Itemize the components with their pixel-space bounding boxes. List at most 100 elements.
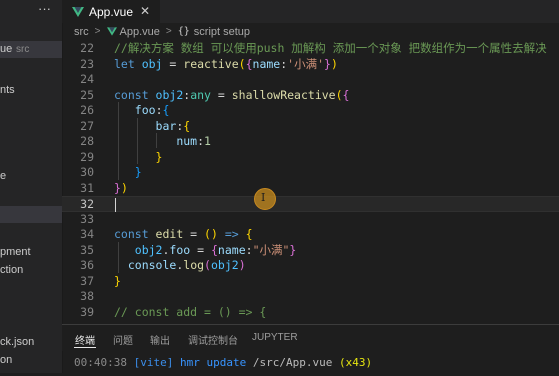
line-number: 30 bbox=[80, 165, 94, 179]
code-token: } bbox=[324, 56, 331, 71]
code-token: { bbox=[210, 242, 218, 257]
explorer-item[interactable]: nts bbox=[0, 84, 15, 96]
explorer-item-badge: src bbox=[16, 44, 30, 55]
code-text: //解决方案 数组 可以使用push 加解构 添加一个对象 把数组作为一个属性去… bbox=[114, 41, 547, 57]
code-text: console.log(obj2) bbox=[114, 258, 246, 274]
code-token: { bbox=[183, 118, 191, 133]
explorer-item[interactable]: e bbox=[0, 170, 6, 182]
line-number: 39 bbox=[80, 304, 94, 319]
code-line[interactable]: 38 bbox=[62, 289, 559, 305]
explorer-sidebar: ··· ue src nts e pment ction ck.json on bbox=[0, 0, 63, 373]
vue-icon bbox=[72, 6, 84, 17]
explorer-item-label: nts bbox=[0, 84, 15, 96]
code-line[interactable]: 27 bar:{ bbox=[62, 119, 559, 135]
line-number: 34 bbox=[80, 227, 94, 241]
code-line[interactable]: 39 // const add = () => { bbox=[62, 305, 559, 321]
line-number: 35 bbox=[80, 242, 94, 257]
tab-output[interactable]: 输出 bbox=[150, 332, 170, 347]
code-line[interactable]: 25 const obj2:any = shallowReactive({ bbox=[62, 88, 559, 104]
code-token: '小满' bbox=[287, 56, 325, 71]
code-editor[interactable]: 22 //解决方案 数组 可以使用push 加解构 添加一个对象 把数组作为一个属… bbox=[62, 40, 559, 320]
explorer-item[interactable]: ck.json bbox=[0, 336, 34, 348]
code-token: } bbox=[289, 242, 297, 257]
code-line[interactable]: 31}) bbox=[62, 181, 559, 197]
terminal-path: /src/App.vue bbox=[252, 356, 333, 369]
code-line[interactable]: 29 } bbox=[62, 150, 559, 166]
explorer-item-highlighted[interactable] bbox=[0, 206, 62, 223]
code-token: } bbox=[114, 180, 121, 195]
line-number: 37 bbox=[80, 273, 94, 288]
line-number: 24 bbox=[80, 72, 94, 86]
code-line[interactable]: 35 obj2.foo = {name:"小满"} bbox=[62, 243, 559, 259]
code-token: let bbox=[114, 56, 142, 71]
code-text: } bbox=[114, 149, 163, 166]
code-line[interactable]: 30 } bbox=[62, 165, 559, 181]
code-line[interactable]: 28 num:1 bbox=[62, 134, 559, 150]
code-token: name bbox=[252, 56, 281, 71]
code-token: ) bbox=[330, 56, 338, 71]
code-line[interactable]: 36 console.log(obj2) bbox=[62, 258, 559, 274]
code-line[interactable]: 33 bbox=[62, 212, 559, 228]
close-icon[interactable]: ✕ bbox=[140, 4, 150, 18]
code-text: bar:{ bbox=[114, 118, 191, 135]
code-line[interactable]: 22 //解决方案 数组 可以使用push 加解构 添加一个对象 把数组作为一个属… bbox=[62, 41, 559, 57]
code-token: { bbox=[245, 56, 253, 71]
tab-problems[interactable]: 问题 bbox=[113, 332, 133, 347]
breadcrumb-symbol[interactable]: script setup bbox=[194, 26, 250, 38]
breadcrumb-file[interactable]: App.vue bbox=[120, 26, 160, 38]
line-number: 32 bbox=[80, 197, 94, 211]
tab-app-vue[interactable]: App.vue ✕ bbox=[62, 0, 160, 23]
code-line[interactable]: 37} bbox=[62, 274, 559, 290]
tab-debug-console[interactable]: 调试控制台 bbox=[188, 332, 238, 347]
line-number: 31 bbox=[80, 180, 94, 195]
code-text: num:1 bbox=[114, 134, 211, 150]
line-number: 26 bbox=[80, 103, 94, 117]
tab-jupyter[interactable]: JUPYTER bbox=[252, 332, 298, 343]
code-line[interactable]: 26 foo:{ bbox=[62, 103, 559, 119]
explorer-item[interactable]: pment bbox=[0, 246, 31, 258]
code-line[interactable]: 32 bbox=[62, 196, 559, 212]
tab-terminal[interactable]: 终端 bbox=[75, 332, 95, 347]
breadcrumb: src > App.vue > {} script setup bbox=[62, 23, 559, 40]
code-token: obj2 bbox=[155, 87, 184, 102]
code-text: const edit = () => { bbox=[114, 227, 253, 243]
code-line[interactable]: 34 const edit = () => { bbox=[62, 227, 559, 243]
more-actions-icon[interactable]: ··· bbox=[38, 1, 51, 16]
code-token: obj2 bbox=[134, 242, 163, 257]
code-token: any bbox=[190, 87, 211, 102]
code-token: name bbox=[217, 242, 246, 257]
code-text: let obj = reactive({name:'小满'}) bbox=[114, 57, 338, 73]
code-line[interactable]: 24 bbox=[62, 72, 559, 88]
line-number: 36 bbox=[80, 258, 94, 272]
code-token: = bbox=[190, 242, 211, 257]
code-token: edit bbox=[155, 227, 184, 241]
terminal-tag: [vite] bbox=[133, 356, 174, 369]
line-number: 25 bbox=[80, 87, 94, 102]
explorer-item[interactable]: on bbox=[0, 354, 12, 366]
code-token: num bbox=[176, 134, 198, 148]
code-token: : bbox=[245, 242, 253, 257]
vue-icon bbox=[106, 27, 117, 36]
explorer-item-selected[interactable]: ue src bbox=[0, 41, 62, 58]
code-token: ( bbox=[238, 56, 246, 71]
code-token: obj2 bbox=[210, 258, 239, 272]
code-token: reactive bbox=[183, 56, 239, 71]
editor-tab-bar: App.vue ✕ bbox=[62, 0, 559, 23]
explorer-item-label: ction bbox=[0, 264, 24, 276]
explorer-item[interactable]: ction bbox=[0, 264, 23, 276]
terminal[interactable]: 00:40:38 [vite] hmr update /src/App.vue … bbox=[62, 350, 559, 373]
text-cursor-icon: I bbox=[261, 191, 266, 204]
breadcrumb-folder[interactable]: src bbox=[74, 26, 89, 38]
code-token: } bbox=[155, 149, 163, 164]
explorer-item-label: e bbox=[0, 170, 7, 182]
code-token: { bbox=[342, 87, 350, 102]
code-line[interactable]: 23 let obj = reactive({name:'小满'}) bbox=[62, 57, 559, 73]
code-text: } bbox=[114, 274, 121, 290]
code-token: bar bbox=[155, 118, 177, 133]
